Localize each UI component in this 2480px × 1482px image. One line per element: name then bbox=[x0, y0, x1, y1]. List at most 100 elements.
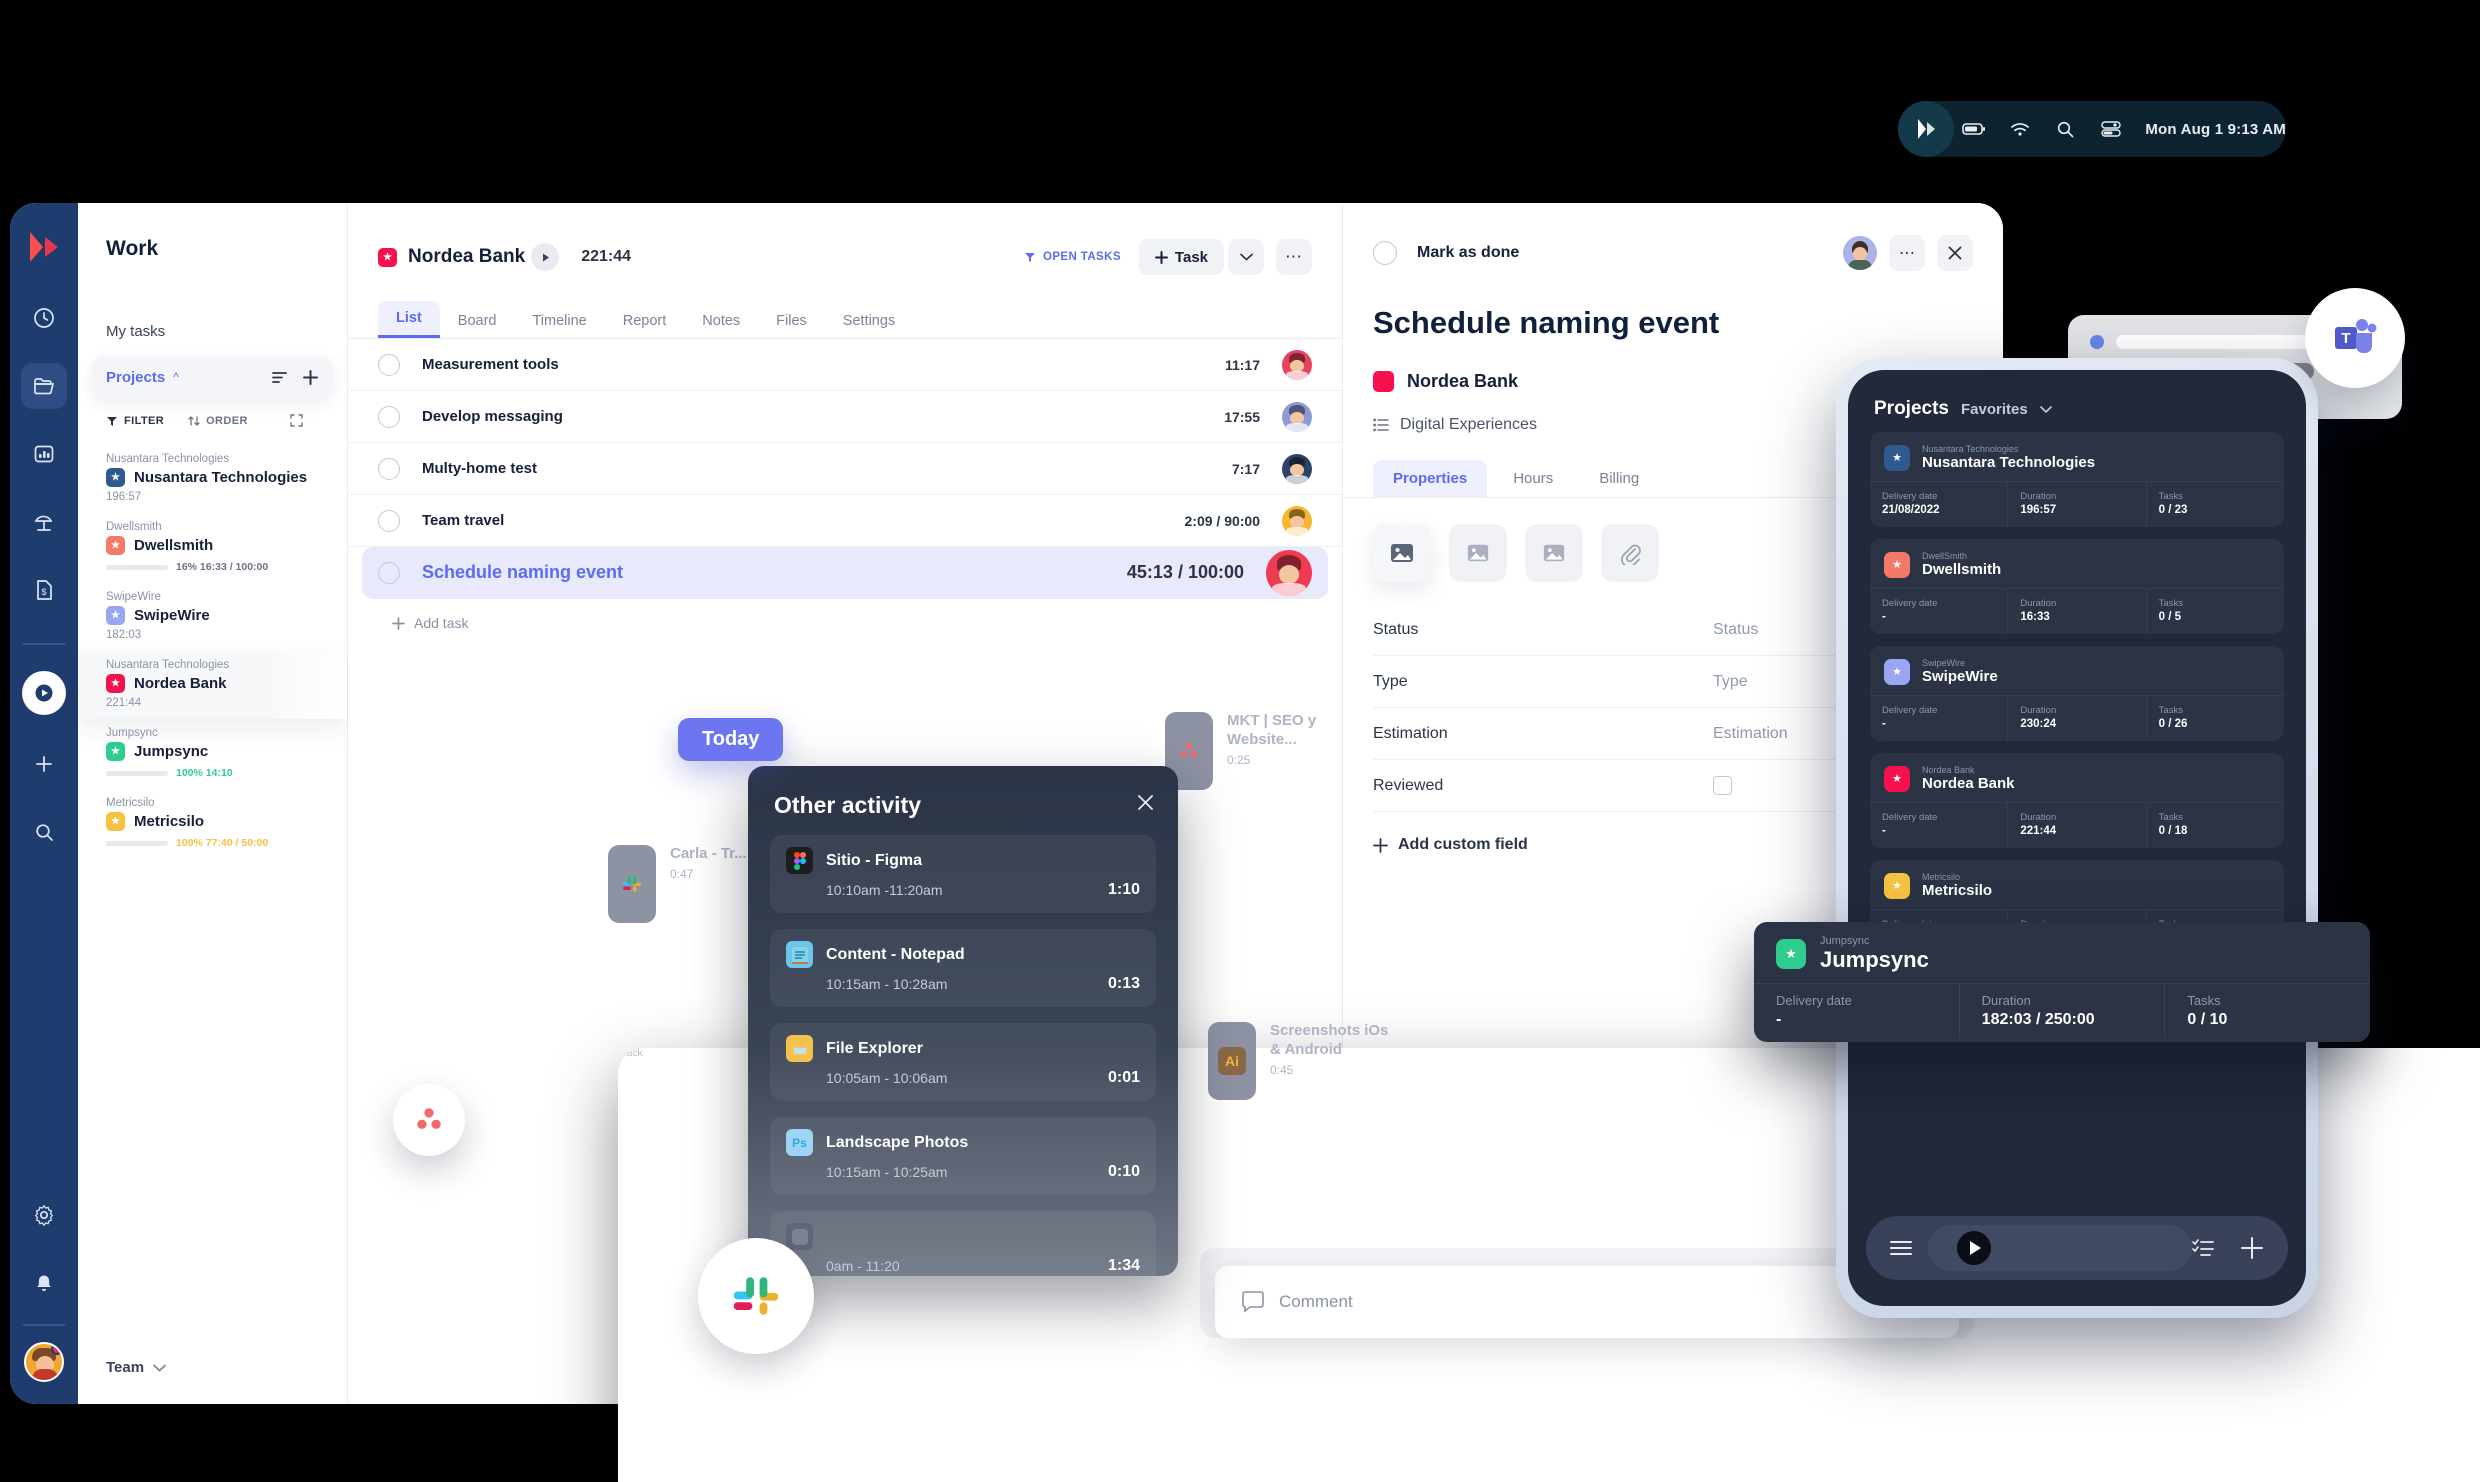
checklist-icon[interactable] bbox=[2192, 1239, 2214, 1257]
tab-board[interactable]: Board bbox=[440, 304, 515, 338]
sidebar-team-section[interactable]: Team bbox=[106, 1359, 166, 1376]
asana-bubble-icon[interactable] bbox=[393, 1084, 465, 1156]
filter-button[interactable]: FILTER bbox=[106, 415, 164, 427]
reviewed-checkbox[interactable] bbox=[1713, 776, 1732, 795]
detail-tab-properties[interactable]: Properties bbox=[1373, 460, 1488, 497]
project-header[interactable]: ★ Nordea Bank bbox=[378, 246, 525, 268]
wifi-icon[interactable] bbox=[2008, 119, 2032, 139]
control-center-icon[interactable] bbox=[2100, 119, 2124, 139]
tab-settings[interactable]: Settings bbox=[825, 304, 913, 338]
sidebar-project-item[interactable]: Jumpsync ★ Jumpsync 100% 14:10 bbox=[78, 719, 347, 789]
sidebar-item-history[interactable] bbox=[21, 295, 67, 341]
phone-project-card[interactable]: ★ DwellSmith Dwellsmith Delivery date - Durat… bbox=[1870, 539, 2284, 634]
mark-as-done-label[interactable]: Mark as done bbox=[1417, 244, 1519, 262]
microsoft-teams-icon[interactable]: T bbox=[2305, 288, 2405, 388]
detail-tab-hours[interactable]: Hours bbox=[1493, 460, 1573, 497]
tasks-value: 0 / 5 bbox=[2158, 611, 2182, 623]
sidebar-project-item[interactable]: Nusantara Technologies ★ Nusantara Technol… bbox=[78, 445, 347, 513]
image-icon[interactable] bbox=[1525, 524, 1583, 582]
start-timer-button[interactable] bbox=[22, 671, 66, 715]
menu-icon[interactable] bbox=[1890, 1240, 1912, 1256]
jumpsync-highlight-card[interactable]: ★ Jumpsync Jumpsync Delivery date - Dura… bbox=[1754, 922, 2370, 1042]
play-icon[interactable] bbox=[1956, 1230, 1992, 1266]
project-org: SwipeWire bbox=[1922, 658, 1966, 668]
activity-item[interactable]: Ps Landscape Photos 10:15am - 10:25am 0:10 bbox=[770, 1117, 1156, 1195]
task-checkbox[interactable] bbox=[378, 509, 400, 532]
search-icon[interactable] bbox=[2054, 119, 2078, 139]
plus-icon[interactable] bbox=[2240, 1236, 2264, 1260]
phone-filter-label[interactable]: Favorites bbox=[1961, 401, 2028, 418]
menubar-datetime[interactable]: Mon Aug 1 9:13 AM bbox=[2145, 121, 2286, 138]
app-brand-icon[interactable] bbox=[1898, 101, 1954, 157]
image-icon[interactable] bbox=[1373, 524, 1431, 582]
detail-more-button[interactable]: ⋯ bbox=[1889, 235, 1925, 271]
task-row[interactable]: Team travel 2:09 / 90:00 bbox=[348, 495, 1342, 547]
task-checkbox[interactable] bbox=[378, 457, 400, 480]
tab-report[interactable]: Report bbox=[605, 304, 685, 338]
task-assignee-avatar[interactable] bbox=[1282, 453, 1312, 484]
tab-notes[interactable]: Notes bbox=[684, 304, 758, 338]
add-project-icon[interactable] bbox=[302, 369, 319, 386]
user-avatar[interactable] bbox=[24, 1342, 64, 1382]
slack-bubble-icon[interactable] bbox=[698, 1238, 814, 1354]
add-task-link[interactable]: Add task bbox=[348, 599, 1342, 631]
sidebar-item-billing[interactable]: $ bbox=[21, 567, 67, 613]
task-row[interactable]: Multy-home test 7:17 bbox=[348, 443, 1342, 495]
attachment-icon[interactable] bbox=[1601, 524, 1659, 582]
task-row[interactable]: Schedule naming event 45:13 / 100:00 bbox=[362, 547, 1328, 599]
activity-item[interactable]: 0am - 11:20 1:34 bbox=[770, 1211, 1156, 1276]
task-row[interactable]: Measurement tools 11:17 bbox=[348, 339, 1342, 391]
mark-done-checkbox[interactable] bbox=[1373, 241, 1397, 265]
task-row[interactable]: Develop messaging 17:55 bbox=[348, 391, 1342, 443]
sidebar-projects-header[interactable]: Projects ^ bbox=[92, 356, 333, 398]
phone-project-card[interactable]: ★ Nordea Bank Nordea Bank Delivery date - Dur… bbox=[1870, 753, 2284, 848]
project-more-button[interactable]: ⋯ bbox=[1276, 239, 1312, 275]
task-dropdown-button[interactable] bbox=[1228, 239, 1264, 275]
battery-icon[interactable] bbox=[1962, 119, 1986, 139]
collapse-icon[interactable] bbox=[290, 414, 303, 427]
sidebar-item-vacation[interactable] bbox=[21, 499, 67, 545]
task-checkbox[interactable] bbox=[378, 405, 400, 428]
sidebar-project-item[interactable]: SwipeWire ★ SwipeWire 182:03 bbox=[78, 583, 347, 651]
sort-icon[interactable] bbox=[271, 369, 288, 386]
close-icon[interactable] bbox=[1937, 235, 1973, 271]
open-tasks-filter[interactable]: OPEN TASKS bbox=[1024, 251, 1121, 263]
assignee-avatar[interactable] bbox=[1843, 236, 1877, 270]
tab-timeline[interactable]: Timeline bbox=[514, 304, 604, 338]
phone-project-card[interactable]: ★ Nusantara Technologies Nusantara Technol… bbox=[1870, 432, 2284, 527]
delivery-date-label: Delivery date bbox=[1776, 993, 1852, 1008]
task-checkbox[interactable] bbox=[378, 353, 400, 376]
chevron-up-icon[interactable]: ^ bbox=[173, 370, 179, 384]
mobile-phone-mockup: Projects Favorites ★ Nusantara Technologi… bbox=[1836, 358, 2318, 1318]
sidebar-item-projects[interactable] bbox=[21, 363, 67, 409]
illustrator-activity-card[interactable]: Ai Screenshots iOs & Android 0:45 bbox=[1208, 1022, 1390, 1100]
project-play-button[interactable] bbox=[531, 243, 560, 271]
task-assignee-avatar[interactable] bbox=[1266, 549, 1312, 596]
order-button[interactable]: ORDER bbox=[188, 415, 248, 427]
task-assignee-avatar[interactable] bbox=[1282, 505, 1312, 536]
activity-item[interactable]: Sitio - Figma 10:10am -11:20am 1:10 bbox=[770, 835, 1156, 913]
play-logo-icon[interactable] bbox=[24, 229, 64, 265]
search-icon[interactable] bbox=[21, 809, 67, 855]
task-assignee-avatar[interactable] bbox=[1282, 349, 1312, 380]
tab-files[interactable]: Files bbox=[758, 304, 825, 338]
task-checkbox[interactable] bbox=[378, 561, 400, 584]
activity-item[interactable]: File Explorer 10:05am - 10:06am 0:01 bbox=[770, 1023, 1156, 1101]
activity-item[interactable]: Content - Notepad 10:15am - 10:28am 0:13 bbox=[770, 929, 1156, 1007]
phone-project-card[interactable]: ★ SwipeWire SwipeWire Delivery date - Duratio… bbox=[1870, 646, 2284, 741]
sidebar-item-my-tasks[interactable]: My tasks bbox=[78, 261, 347, 340]
sidebar-item-reports[interactable] bbox=[21, 431, 67, 477]
sidebar-project-item[interactable]: Metricsilo ★ Metricsilo 100% 77:40 / 50:00 bbox=[78, 789, 347, 859]
image-icon[interactable] bbox=[1449, 524, 1507, 582]
detail-tab-billing[interactable]: Billing bbox=[1579, 460, 1659, 497]
sidebar-project-item[interactable]: Dwellsmith ★ Dwellsmith 16% 16:33 / 100:00 bbox=[78, 513, 347, 583]
sidebar-project-item[interactable]: Nusantara Technologies ★ Nordea Bank 221:44 bbox=[78, 651, 347, 719]
tab-list[interactable]: List bbox=[378, 301, 440, 338]
settings-gear-icon[interactable] bbox=[21, 1192, 67, 1238]
add-button[interactable] bbox=[21, 741, 67, 787]
close-icon[interactable] bbox=[1137, 794, 1154, 817]
add-task-button[interactable]: Task bbox=[1138, 239, 1224, 275]
bell-icon[interactable] bbox=[21, 1260, 67, 1306]
task-assignee-avatar[interactable] bbox=[1282, 401, 1312, 432]
asana-activity-card[interactable]: MKT | SEO y Website... 0:25 bbox=[1165, 712, 1347, 790]
